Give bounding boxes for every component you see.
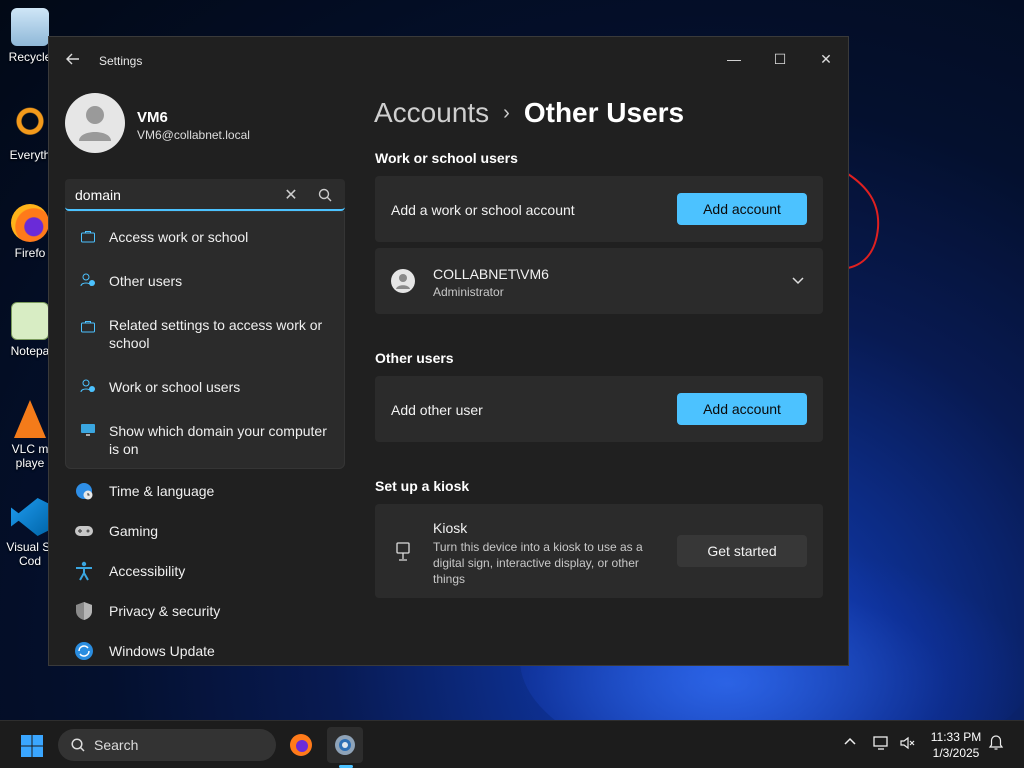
add-work-school-account-button[interactable]: Add account [677,193,807,225]
search-result-show-domain[interactable]: Show which domain your computer is on [66,422,344,462]
taskbar-firefox[interactable] [283,727,319,763]
taskbar: Search 11:33 PM 1/3/2025 [0,720,1024,768]
search-results-dropdown: Access work or school Other users Relate… [65,211,345,469]
card-account-collabnet-vm6[interactable]: COLLABNET\VM6 Administrator [375,248,823,314]
nav-item-windows-update[interactable]: Windows Update [73,633,343,667]
arrow-left-icon [66,53,79,65]
windows-update-icon [75,642,93,660]
vlc-icon [14,400,46,438]
user-silhouette-icon [79,106,111,141]
back-button[interactable] [63,51,83,71]
user-name: VM6 [137,109,168,126]
computer-icon [81,424,95,436]
nav-item-time-language[interactable]: Time & language [73,473,343,507]
shield-icon [76,602,92,620]
people-icon [80,273,95,287]
vscode-icon [11,498,49,536]
chevron-down-icon[interactable] [791,275,805,287]
account-role: Administrator [433,285,504,299]
kiosk-icon [396,542,410,561]
speaker-muted-icon [900,736,915,750]
search-result-other-users[interactable]: Other users [66,270,344,298]
add-other-user-button[interactable]: Add account [677,393,807,425]
red-annotation-stroke [847,173,880,269]
search-icon[interactable] [317,187,333,203]
clear-search-button[interactable]: ✕ [283,185,299,205]
search-icon [71,738,85,752]
briefcase-icon [81,231,95,243]
settings-search-input[interactable] [75,185,275,205]
network-button[interactable] [873,735,891,754]
avatar[interactable] [65,93,125,153]
kiosk-title: Kiosk [433,520,468,536]
kiosk-description: Turn this device into a kiosk to use as … [433,540,643,586]
user-email: VM6@collabnet.local [137,128,250,142]
briefcase-icon [81,321,95,333]
everything-search-icon [11,106,49,144]
notifications-button[interactable] [988,735,1004,754]
gamepad-icon [75,526,93,536]
search-result-work-school-users[interactable]: Work or school users [66,376,344,404]
people-icon [80,379,95,393]
notepad-icon [11,302,49,340]
nav-item-gaming[interactable]: Gaming [73,513,343,547]
search-result-related-settings[interactable]: Related settings to access work or schoo… [66,316,344,356]
breadcrumb-separator: › [503,102,510,124]
section-title-kiosk: Set up a kiosk [375,478,470,494]
section-title-work-school: Work or school users [375,150,518,166]
title-bar: Settings — ☐ ✕ [49,37,848,85]
page-title: Other Users [523,97,685,128]
breadcrumb: Accounts › Other Users [374,97,684,129]
user-avatar-icon [391,269,415,293]
show-hidden-icons-button[interactable] [843,735,857,752]
clock-time: 11:33 PM [930,730,982,744]
chevron-up-icon [844,737,856,745]
taskbar-search-box[interactable]: Search [58,729,276,761]
account-name: COLLABNET\VM6 [433,266,549,282]
globe-clock-icon [76,483,93,500]
settings-window: Settings — ☐ ✕ VM6 VM6@collabnet.local ✕… [48,36,849,666]
nav-item-privacy-security[interactable]: Privacy & security [73,593,343,627]
settings-search-box[interactable]: ✕ [65,179,345,211]
network-icon [873,736,888,750]
card-kiosk: Kiosk Turn this device into a kiosk to u… [375,504,823,598]
gear-icon [335,735,355,755]
recycle-bin-icon [11,8,49,46]
bell-icon [988,735,1004,750]
firefox-icon [290,734,312,756]
clock-date: 1/3/2025 [932,746,980,760]
nav-item-accessibility[interactable]: Accessibility [73,553,343,587]
breadcrumb-accounts[interactable]: Accounts [374,97,489,128]
kiosk-get-started-button[interactable]: Get started [677,535,807,567]
card-add-other-user: Add other user Add account [375,376,823,442]
maximize-button[interactable]: ☐ [757,43,803,75]
card-add-work-school-account: Add a work or school account Add account [375,176,823,242]
taskbar-settings[interactable] [327,727,363,763]
volume-button[interactable] [899,735,917,754]
accessibility-icon [76,561,92,581]
window-title: Settings [99,54,143,68]
firefox-icon [11,204,49,242]
taskbar-clock[interactable]: 11:33 PM 1/3/2025 [916,729,996,761]
minimize-button[interactable]: — [711,43,757,75]
windows-start-icon[interactable] [20,734,44,758]
close-button[interactable]: ✕ [803,43,849,75]
section-title-other-users: Other users [375,350,454,366]
search-result-access-work-school[interactable]: Access work or school [66,226,344,254]
